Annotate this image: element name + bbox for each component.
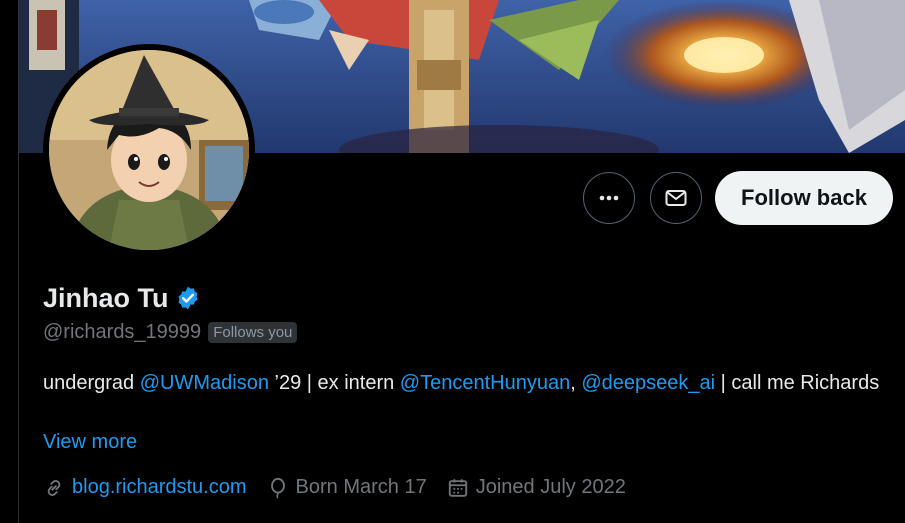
- mention-link[interactable]: @UWMadison: [140, 372, 269, 394]
- follow-back-button[interactable]: Follow back: [715, 171, 893, 225]
- follows-you-badge: Follows you: [208, 322, 298, 343]
- left-nav-edge: [0, 0, 19, 523]
- bio-text: ’29 | ex intern: [268, 372, 400, 394]
- profile-page: Follow back Jinhao Tu @richards_19999 Fo…: [0, 0, 905, 523]
- profile-bio: undergrad @UWMadison ’29 | ex intern @Te…: [43, 369, 903, 397]
- avatar-image: [49, 50, 249, 250]
- more-icon: [599, 195, 619, 201]
- birthday-text: Born March 17: [295, 476, 427, 498]
- website-link[interactable]: blog.richardstu.com: [72, 476, 247, 499]
- mention-link[interactable]: @deepseek_ai: [581, 372, 715, 394]
- bio-text: | call me Richards: [715, 372, 880, 394]
- joined-item: Joined July 2022: [447, 476, 626, 499]
- birthday-item: Born March 17: [267, 476, 427, 499]
- verified-badge-icon[interactable]: [175, 285, 201, 311]
- more-options-button[interactable]: [583, 172, 635, 224]
- handle-row: @richards_19999 Follows you: [43, 321, 298, 344]
- display-name: Jinhao Tu: [43, 283, 169, 313]
- joined-date-text: Joined July 2022: [475, 476, 626, 498]
- bio-text: undergrad: [43, 372, 140, 394]
- profile-meta: blog.richardstu.com Born March 17 Joined: [43, 476, 646, 499]
- website-item: blog.richardstu.com: [43, 476, 247, 499]
- link-icon: [47, 479, 61, 496]
- user-handle: @richards_19999: [43, 321, 202, 343]
- bio-text: ,: [570, 372, 582, 394]
- envelope-icon: [665, 190, 687, 206]
- profile-avatar[interactable]: [43, 44, 255, 256]
- mention-link[interactable]: @TencentHunyuan: [400, 372, 570, 394]
- name-row: Jinhao Tu: [43, 281, 201, 315]
- follow-back-label: Follow back: [741, 185, 867, 210]
- message-button[interactable]: [650, 172, 702, 224]
- view-more-link[interactable]: View more: [43, 431, 137, 454]
- calendar-icon: [448, 478, 467, 497]
- balloon-icon: [270, 477, 285, 499]
